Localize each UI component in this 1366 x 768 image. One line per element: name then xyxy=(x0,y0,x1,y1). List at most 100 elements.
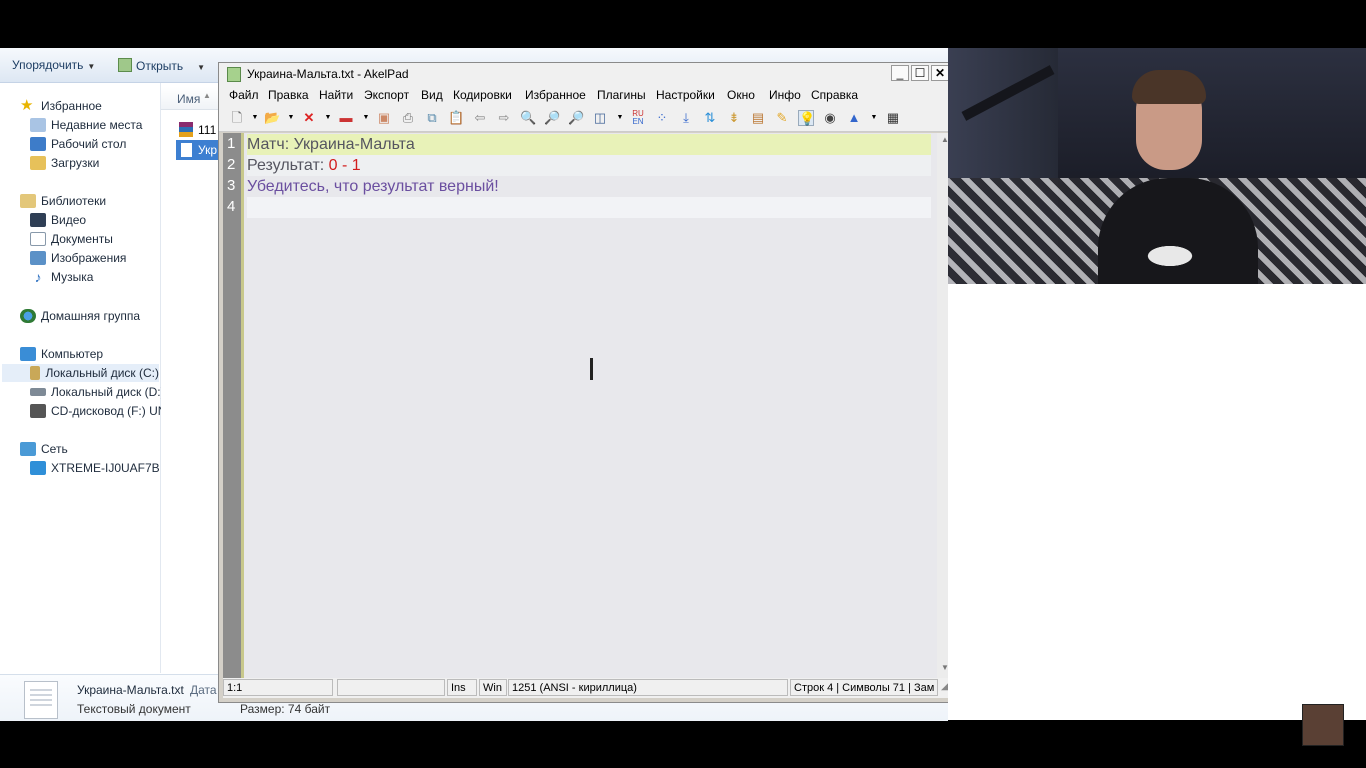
menu-favorites[interactable]: Избранное xyxy=(525,88,586,102)
sync-icon[interactable]: ⇅ xyxy=(702,110,718,126)
akelpad-window: Украина-Мальта.txt - AkelPad _ ☐ ✕ Файл … xyxy=(218,62,959,703)
nav-recent-places[interactable]: Недавние места xyxy=(30,116,142,134)
menu-window[interactable]: Окно xyxy=(727,88,755,102)
maximize-button[interactable]: ☐ xyxy=(911,65,929,81)
line-number: 3 xyxy=(227,177,236,194)
dropdown-icon[interactable]: ▼ xyxy=(612,110,628,126)
file-row-selected[interactable]: Укр xyxy=(176,140,221,160)
nav-computer[interactable]: Компьютер xyxy=(20,345,103,363)
sort-numbers-icon[interactable]: ⇟ xyxy=(726,110,742,126)
status-newline[interactable]: Win xyxy=(479,679,507,696)
details-date-label: Дата xyxy=(190,683,217,697)
nav-cd-drive[interactable]: CD-дисковод (F:) UN xyxy=(30,402,166,420)
file-name: 111 xyxy=(198,123,217,137)
menu-file[interactable]: Файл xyxy=(229,88,259,102)
nav-music[interactable]: ♪ Музыка xyxy=(30,268,94,286)
nav-favorites[interactable]: ★ Избранное xyxy=(20,97,102,115)
video-icon xyxy=(30,213,46,227)
status-empty xyxy=(337,679,445,696)
nav-label: Локальный диск (C:) xyxy=(45,366,159,380)
copy-icon[interactable]: ⧉ xyxy=(424,110,440,126)
nav-label: Видео xyxy=(51,213,87,227)
undo-icon[interactable]: ⇦ xyxy=(472,110,488,126)
open-folder-icon[interactable]: 📂 xyxy=(264,110,280,126)
nav-downloads[interactable]: Загрузки xyxy=(30,154,99,172)
akelpad-titlebar[interactable]: Украина-Мальта.txt - AkelPad _ ☐ ✕ xyxy=(219,63,958,85)
libraries-icon xyxy=(20,194,36,208)
column-header-name[interactable]: Имя ▲ xyxy=(161,87,221,110)
menu-settings[interactable]: Настройки xyxy=(656,88,715,102)
dropdown-icon[interactable]: ▼ xyxy=(866,110,882,126)
triangle-tool-icon[interactable]: ▲ xyxy=(846,110,862,126)
menu-view[interactable]: Вид xyxy=(421,88,443,102)
menu-export[interactable]: Экспорт xyxy=(364,88,409,102)
menu-edit[interactable]: Правка xyxy=(268,88,309,102)
status-encoding[interactable]: 1251 (ANSI - кириллица) xyxy=(508,679,788,696)
nav-label: Рабочий стол xyxy=(51,137,127,151)
editor-area[interactable]: 1 2 3 4 Матч: Украина-Мальта Результат: … xyxy=(223,133,954,678)
record-macro-icon[interactable]: ◉ xyxy=(822,110,838,126)
line-text: Матч: Украина-Мальта xyxy=(247,136,415,153)
nav-disk-c[interactable]: Локальный диск (C:) xyxy=(2,364,159,382)
status-stats: Строк 4 | Символы 71 | Зам xyxy=(790,679,938,696)
line-number: 2 xyxy=(227,156,236,173)
nav-label: Изображения xyxy=(51,251,127,265)
line-number-gutter: 1 2 3 4 xyxy=(223,133,241,678)
menu-info[interactable]: Инфо xyxy=(769,88,801,102)
paste-icon[interactable]: 📋 xyxy=(448,110,464,126)
nav-network-pc[interactable]: XTREME-IJ0UAF7B xyxy=(30,459,160,477)
nav-libraries[interactable]: Библиотеки xyxy=(20,192,106,210)
page-setup-icon[interactable]: ▣ xyxy=(376,110,392,126)
dropdown-icon[interactable]: ▼ xyxy=(358,110,374,126)
open-button[interactable]: Открыть ▼ xyxy=(118,58,205,73)
text-file-icon xyxy=(181,143,192,157)
ru-en-switch-icon[interactable]: RU EN xyxy=(630,110,646,126)
hex-icon[interactable]: ⁘ xyxy=(654,110,670,126)
nav-label: Документы xyxy=(51,232,113,246)
details-filetype: Текстовый документ xyxy=(77,702,191,716)
nav-desktop[interactable]: Рабочий стол xyxy=(30,135,126,153)
dropdown-icon[interactable]: ▼ xyxy=(283,110,299,126)
replace-icon[interactable]: 🔎 xyxy=(544,110,560,126)
status-insert-mode[interactable]: Ins xyxy=(447,679,477,696)
grid-icon[interactable]: ▦ xyxy=(885,110,901,126)
nav-images[interactable]: Изображения xyxy=(30,249,126,267)
lightbulb-icon[interactable]: 💡 xyxy=(798,110,815,126)
dropdown-icon[interactable]: ▼ xyxy=(247,110,263,126)
menu-find[interactable]: Найти xyxy=(319,88,353,102)
redo-icon[interactable]: ⇨ xyxy=(496,110,512,126)
nav-network[interactable]: Сеть xyxy=(20,440,68,458)
network-icon xyxy=(20,442,36,456)
blank-area xyxy=(948,284,1366,720)
nav-homegroup[interactable]: Домашняя группа xyxy=(20,307,140,325)
nav-disk-d[interactable]: Локальный диск (D:) xyxy=(30,383,165,401)
open-icon xyxy=(118,58,132,72)
minimize-button[interactable]: _ xyxy=(891,65,909,81)
nav-label: XTREME-IJ0UAF7B xyxy=(51,461,160,475)
find-icon[interactable]: 🔍 xyxy=(520,110,536,126)
split-view-icon[interactable]: ◫ xyxy=(592,110,608,126)
text-document-icon xyxy=(24,681,58,719)
chevron-down-icon: ▼ xyxy=(197,63,206,72)
organize-button[interactable]: Упорядочить ▼ xyxy=(12,58,95,72)
save-icon[interactable]: ▬ xyxy=(338,110,354,126)
toolbox-icon[interactable]: ▤ xyxy=(750,110,766,126)
nav-video[interactable]: Видео xyxy=(30,211,86,229)
download-icon[interactable]: ⤓ xyxy=(678,110,694,126)
regex-find-icon[interactable]: 🔎 xyxy=(568,110,584,126)
akelpad-toolbar: 🗋 ▼ 📂 ▼ ✕ ▼ ▬ ▼ ▣ ⎙ ⧉ 📋 ⇦ ⇨ 🔍 🔎 🔎 ◫ ▼ RU… xyxy=(219,105,958,132)
new-file-icon[interactable]: 🗋 xyxy=(229,110,245,126)
navigation-pane: ★ Избранное Недавние места Рабочий стол З… xyxy=(0,83,166,673)
menu-plugins[interactable]: Плагины xyxy=(597,88,646,102)
details-filename: Украина-Мальта.txt xyxy=(77,683,184,697)
dropdown-icon[interactable]: ▼ xyxy=(320,110,336,126)
print-icon[interactable]: ⎙ xyxy=(400,110,416,126)
close-button[interactable]: ✕ xyxy=(931,65,949,81)
line-number: 1 xyxy=(227,135,236,152)
menu-encodings[interactable]: Кодировки xyxy=(453,88,512,102)
downloads-folder-icon xyxy=(30,156,46,170)
close-file-icon[interactable]: ✕ xyxy=(301,110,317,126)
menu-help[interactable]: Справка xyxy=(811,88,858,102)
pencil-icon[interactable]: ✎ xyxy=(774,110,790,126)
nav-documents[interactable]: Документы xyxy=(30,230,113,248)
